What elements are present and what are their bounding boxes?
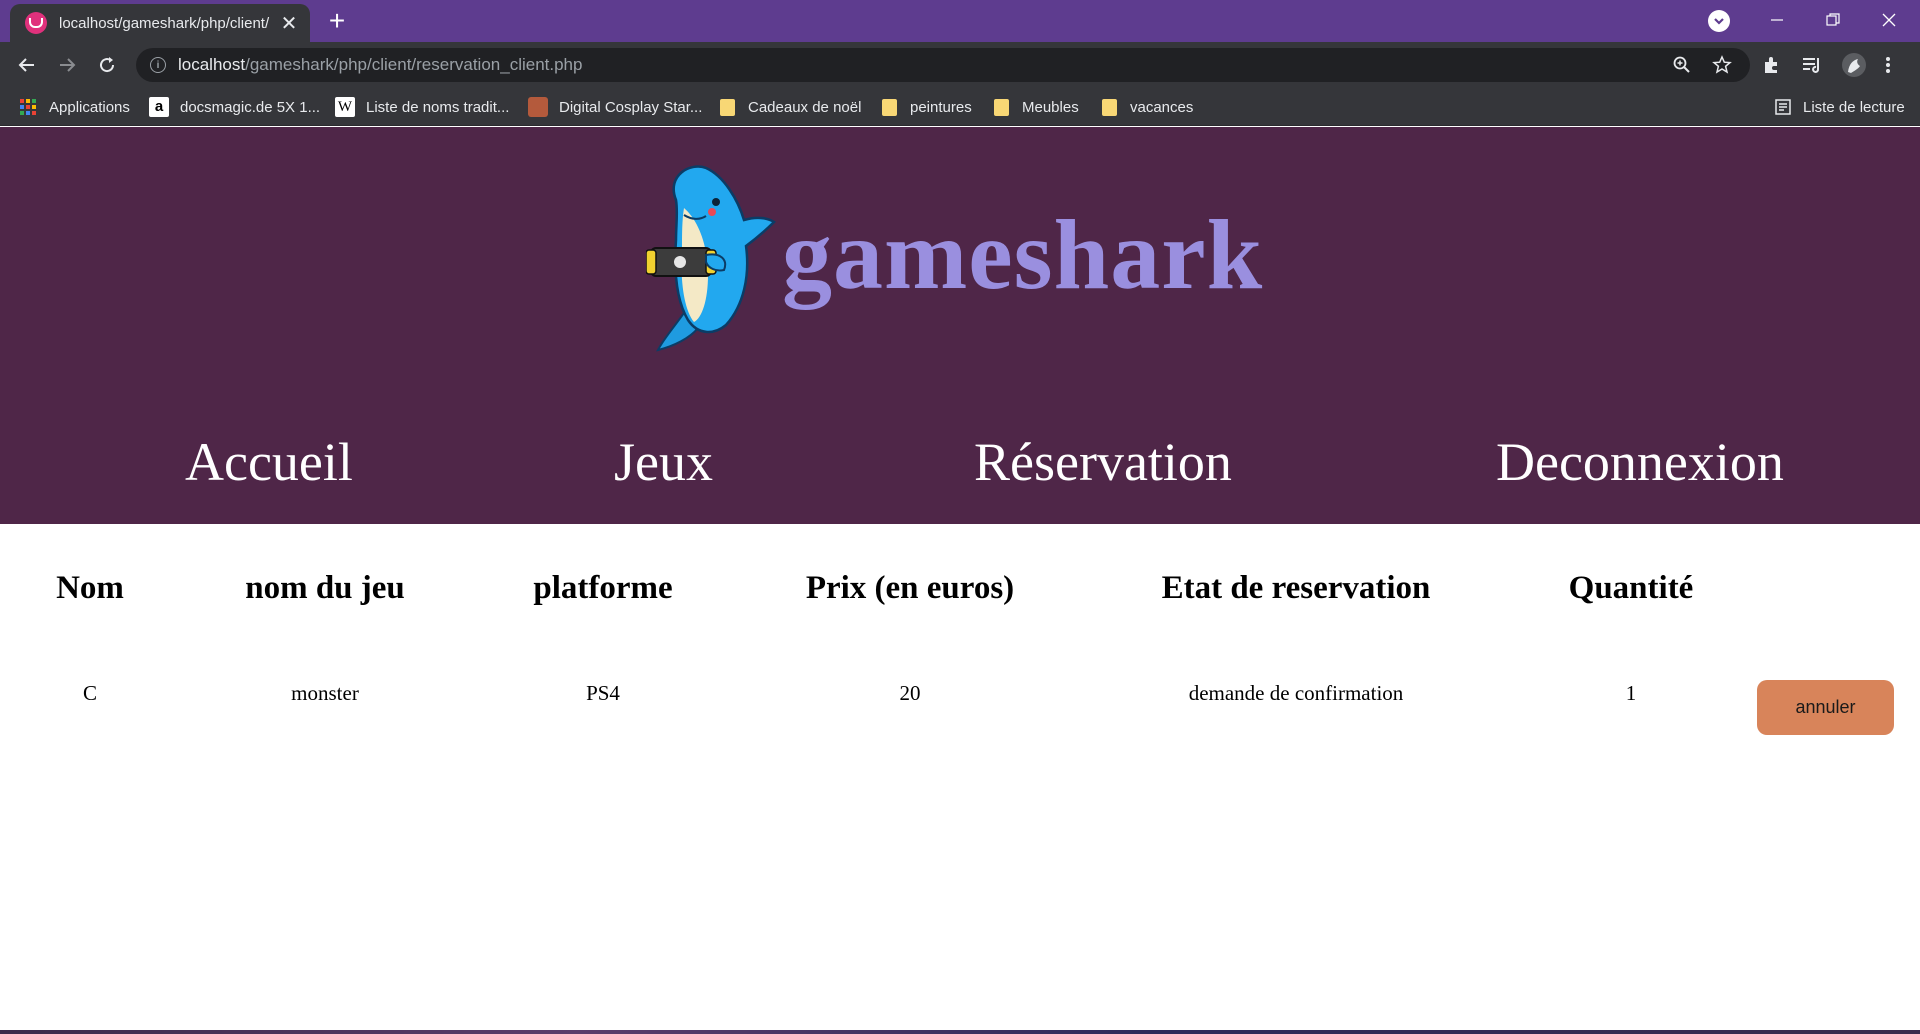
- column-header-etat: Etat de reservation: [1161, 570, 1431, 606]
- bookmark-peintures[interactable]: peintures: [882, 96, 972, 118]
- brand-title: gameshark: [782, 199, 1264, 310]
- cell-jeu: monster: [291, 681, 359, 705]
- bookmark-label: Applications: [49, 98, 130, 116]
- minimize-icon[interactable]: [1750, 0, 1804, 40]
- taskbar-edge: [0, 1030, 1920, 1034]
- cell-etat: demande de confirmation: [1188, 681, 1404, 705]
- folder-icon: [720, 98, 735, 116]
- cosplay-icon: [528, 97, 548, 117]
- column-header-platforme: platforme: [533, 570, 673, 606]
- nav-accueil[interactable]: Accueil: [185, 435, 353, 489]
- folder-icon: [994, 98, 1009, 116]
- bookmark-label: Liste de noms tradit...: [366, 98, 510, 116]
- reload-icon[interactable]: [92, 50, 122, 80]
- bookmark-label: Cadeaux de noël: [748, 98, 862, 116]
- site-info-icon[interactable]: i: [150, 57, 166, 73]
- cell-nom: C: [82, 681, 98, 705]
- bookmark-digital-cosplay[interactable]: Digital Cosplay Star...: [528, 96, 702, 118]
- cell-platforme: PS4: [586, 681, 620, 705]
- bookmark-label: vacances: [1130, 98, 1194, 116]
- bookmark-cadeaux[interactable]: Cadeaux de noël: [720, 96, 861, 118]
- cell-prix: 20: [899, 681, 921, 705]
- apps-grid-icon: [20, 99, 36, 115]
- extensions-puzzle-icon[interactable]: [1761, 54, 1783, 76]
- forward-arrow-icon[interactable]: [52, 50, 82, 80]
- browser-toolbar: i localhost/gameshark/php/client/reserva…: [0, 42, 1920, 88]
- address-bar[interactable]: i localhost/gameshark/php/client/reserva…: [136, 48, 1750, 82]
- bookmarks-bar: Applications a docsmagic.de 5X 1... W Li…: [0, 88, 1920, 126]
- window-close-icon[interactable]: [1862, 0, 1916, 40]
- restore-icon[interactable]: [1806, 0, 1860, 40]
- bookmark-label: Meubles: [1022, 98, 1079, 116]
- amazon-icon: a: [149, 97, 169, 117]
- tab-search-icon[interactable]: [1708, 10, 1730, 32]
- bookmark-vacances[interactable]: vacances: [1102, 96, 1193, 118]
- bookmark-liste-noms[interactable]: W Liste de noms tradit...: [335, 96, 509, 118]
- bookmark-meubles[interactable]: Meubles: [994, 96, 1079, 118]
- browser-tab[interactable]: localhost/gameshark/php/client/ ✕: [10, 4, 310, 42]
- nav-deconnexion[interactable]: Deconnexion: [1496, 435, 1784, 489]
- zoom-icon[interactable]: [1672, 55, 1692, 75]
- wikipedia-icon: W: [335, 97, 355, 117]
- nav-reservation[interactable]: Réservation: [974, 435, 1232, 489]
- bookmark-docsmagic[interactable]: a docsmagic.de 5X 1...: [149, 96, 320, 118]
- shark-logo-icon: [646, 165, 776, 352]
- back-arrow-icon[interactable]: [12, 50, 42, 80]
- tab-close-icon[interactable]: ✕: [278, 11, 300, 36]
- bookmark-label: Digital Cosplay Star...: [559, 98, 703, 116]
- bookmark-star-icon[interactable]: [1712, 55, 1732, 75]
- nav-jeux[interactable]: Jeux: [614, 435, 713, 489]
- reading-list-icon: [1775, 99, 1791, 115]
- cancel-reservation-button[interactable]: annuler: [1757, 680, 1894, 735]
- tab-title: localhost/gameshark/php/client/: [59, 14, 270, 32]
- folder-icon: [1102, 98, 1117, 116]
- browser-tabstrip: localhost/gameshark/php/client/ ✕ +: [0, 0, 1920, 42]
- profile-avatar-icon[interactable]: [1841, 52, 1867, 78]
- new-tab-icon[interactable]: +: [322, 6, 352, 36]
- url-host: localhost: [178, 55, 246, 74]
- reading-list-label: Liste de lecture: [1803, 98, 1905, 116]
- bookmark-label: peintures: [910, 98, 972, 116]
- tab-favicon-icon: [25, 12, 47, 34]
- folder-icon: [882, 98, 897, 116]
- column-header-nom: Nom: [56, 570, 124, 606]
- reading-list[interactable]: Liste de lecture: [1774, 96, 1905, 118]
- cell-quantite: 1: [1625, 681, 1637, 705]
- url-path: /gameshark/php/client/reservation_client…: [245, 55, 583, 74]
- bookmark-applications[interactable]: Applications: [20, 96, 130, 118]
- media-queue-icon[interactable]: [1801, 54, 1823, 76]
- column-header-prix: Prix (en euros): [805, 570, 1015, 606]
- column-header-quantite: Quantité: [1568, 570, 1694, 606]
- column-header-jeu: nom du jeu: [245, 570, 405, 606]
- bookmark-label: docsmagic.de 5X 1...: [180, 98, 321, 116]
- site-header: gameshark Accueil Jeux Réservation Decon…: [0, 127, 1920, 524]
- menu-dots-icon[interactable]: [1882, 54, 1894, 76]
